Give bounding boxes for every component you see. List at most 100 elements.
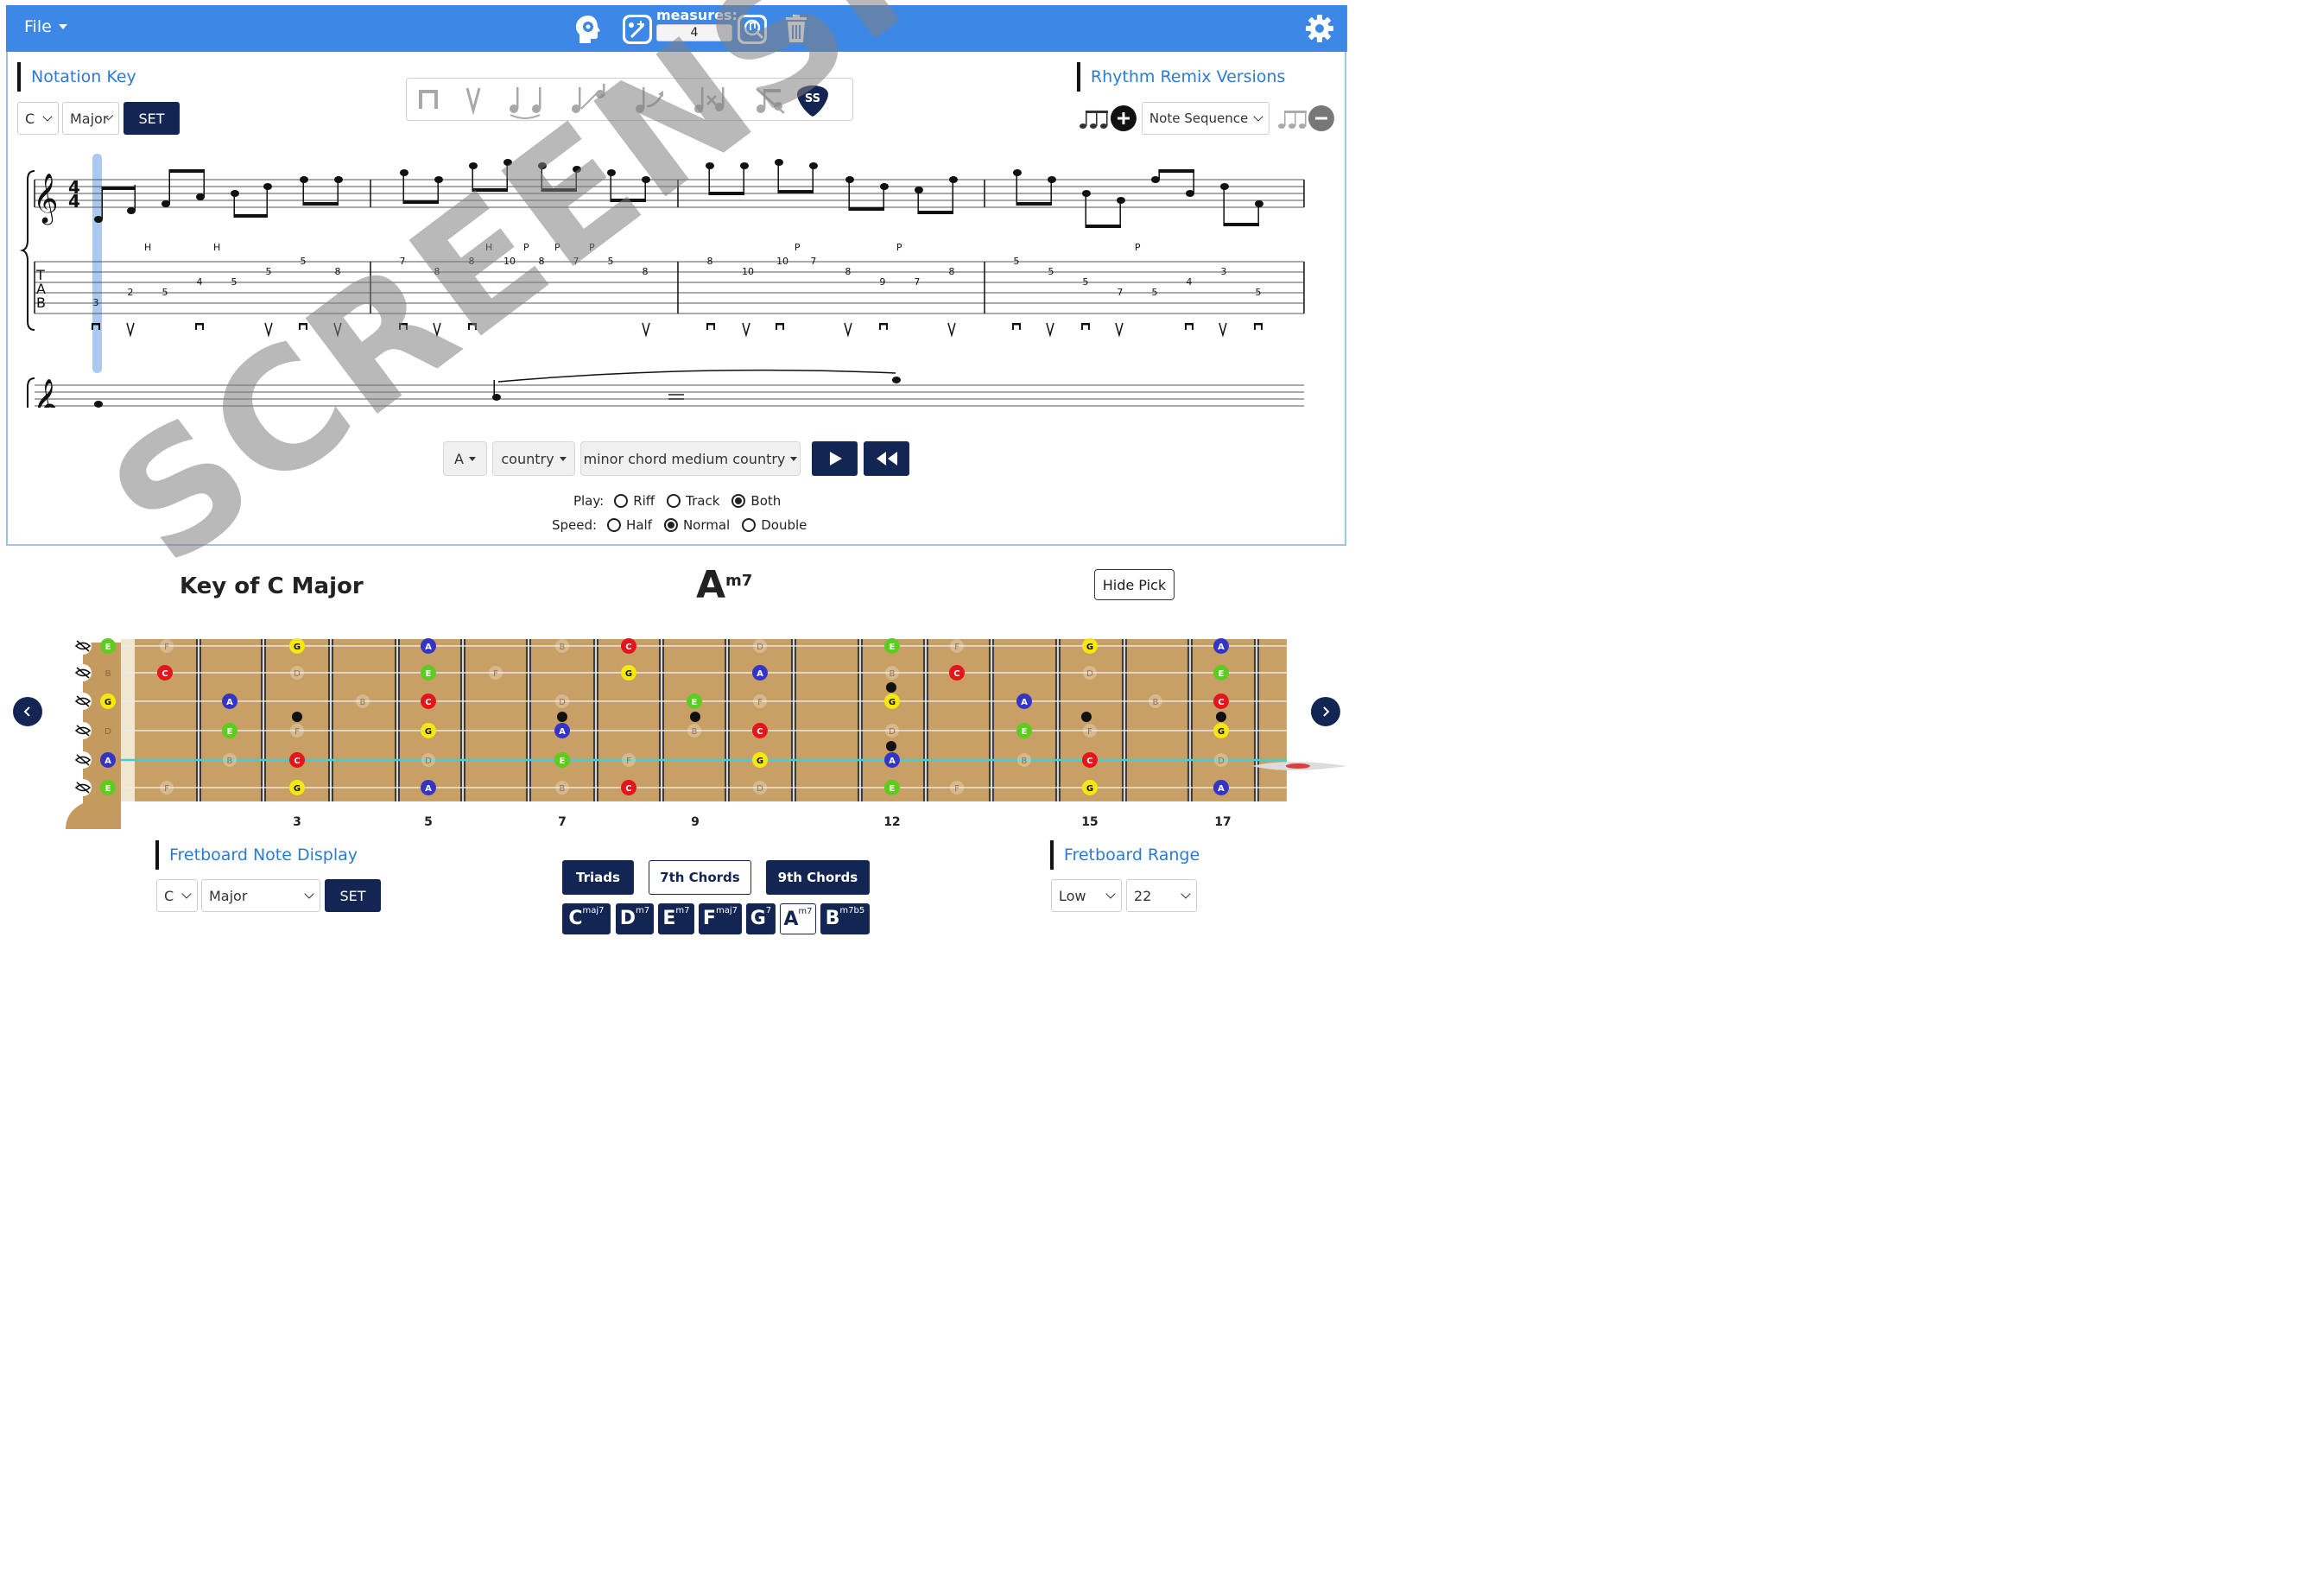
notation-mode-select[interactable]: Major bbox=[61, 101, 119, 135]
fretboard-scale-note[interactable]: D bbox=[1213, 752, 1228, 767]
speed-double-radio[interactable] bbox=[742, 517, 757, 532]
fretboard-mode-select[interactable]: Major bbox=[200, 878, 320, 912]
music-search-icon[interactable] bbox=[735, 12, 770, 47]
chord-button-em7[interactable]: Em7 bbox=[657, 902, 694, 934]
triads-button[interactable]: Triads bbox=[561, 859, 634, 895]
fretboard-note[interactable]: A bbox=[884, 751, 900, 768]
fretboard-note[interactable]: A bbox=[221, 693, 238, 709]
fretboard-scale-note[interactable]: B bbox=[884, 665, 899, 680]
fretboard-note[interactable]: C bbox=[156, 664, 173, 681]
fretboard-scale-note[interactable]: B bbox=[554, 780, 569, 795]
fretboard-note[interactable]: A bbox=[420, 637, 436, 654]
sheet-music[interactable]: 𝄞 4 4 T A B H H H P P P P P P 3 2 5 4 5 … bbox=[18, 153, 1311, 408]
fretboard-note[interactable]: G bbox=[751, 751, 768, 768]
range-low-select[interactable]: Low bbox=[1050, 878, 1122, 912]
hide-pick-button[interactable]: Hide Pick bbox=[1093, 568, 1175, 600]
fretboard-scale-note[interactable]: D bbox=[1082, 665, 1097, 680]
chord-button-am7[interactable]: Am7 bbox=[779, 902, 816, 934]
rest-icon[interactable] bbox=[756, 88, 785, 114]
notes-measure-4[interactable] bbox=[1012, 168, 1264, 228]
string-visibility-toggle-icon[interactable] bbox=[73, 750, 92, 769]
fretboard-note[interactable]: C bbox=[1213, 693, 1229, 709]
track-key-dropdown[interactable]: A bbox=[442, 440, 487, 476]
string-visibility-toggle-icon[interactable] bbox=[73, 692, 92, 710]
rewind-button[interactable] bbox=[863, 440, 909, 476]
backing-track-dropdown[interactable]: minor chord medium country bbox=[580, 440, 801, 476]
fretboard-note[interactable]: A bbox=[554, 722, 570, 738]
fretboard-scale-note[interactable]: F bbox=[949, 780, 964, 795]
fretboard-note[interactable]: C bbox=[751, 722, 768, 738]
fretboard-note[interactable]: G bbox=[1081, 779, 1098, 795]
wand-notes-icon[interactable] bbox=[620, 12, 655, 47]
chord-button-fmaj7[interactable]: Fmaj7 bbox=[698, 902, 742, 934]
fretboard-scale-note[interactable]: D bbox=[884, 723, 899, 738]
play-track-radio[interactable] bbox=[667, 493, 681, 508]
trash-icon[interactable] bbox=[782, 13, 810, 44]
fretboard-note[interactable]: A bbox=[420, 779, 436, 795]
fretboard-note[interactable]: A bbox=[1016, 693, 1032, 709]
notes-measure-2[interactable] bbox=[399, 158, 650, 204]
fretboard-scale-note[interactable]: B bbox=[222, 752, 237, 767]
fretboard-note[interactable]: A bbox=[751, 664, 768, 681]
chord-button-g7[interactable]: G7 bbox=[745, 902, 776, 934]
fretboard-scale-note[interactable]: B bbox=[1016, 752, 1031, 767]
fretboard-scale-note[interactable]: D bbox=[289, 665, 304, 680]
fretboard-scale-note[interactable]: D bbox=[752, 780, 767, 795]
fretboard-note[interactable]: G bbox=[420, 722, 436, 738]
fretboard-note[interactable]: C bbox=[420, 693, 436, 709]
fretboard-note[interactable]: E bbox=[884, 637, 900, 654]
chord-button-dm7[interactable]: Dm7 bbox=[615, 902, 654, 934]
tie-icon[interactable] bbox=[509, 86, 542, 119]
fretboard-note[interactable]: C bbox=[1081, 751, 1098, 768]
fretboard-note[interactable]: E bbox=[884, 779, 900, 795]
seventh-chords-button[interactable]: 7th Chords bbox=[648, 859, 751, 895]
notes-measure-1[interactable] bbox=[93, 168, 343, 223]
fretboard-note[interactable]: C bbox=[288, 751, 305, 768]
speed-normal-radio[interactable] bbox=[663, 517, 678, 532]
fretboard-scale-note[interactable]: F bbox=[621, 752, 636, 767]
fretboard-scale-note[interactable]: F bbox=[949, 638, 964, 653]
fretboard-scale-note[interactable]: F bbox=[752, 694, 767, 708]
fretboard[interactable]: G A C E G A C E G A C E A C E G A C E G A C E G C E G A C G A C E G A F B D F D… bbox=[0, 630, 1354, 838]
fretboard-note[interactable]: C bbox=[948, 664, 965, 681]
open-string-note[interactable]: E bbox=[99, 779, 116, 795]
downstroke-icon[interactable] bbox=[418, 89, 438, 109]
genre-dropdown[interactable]: country bbox=[491, 440, 575, 476]
slide-icon[interactable] bbox=[571, 83, 605, 113]
fretboard-note[interactable]: E bbox=[1016, 722, 1032, 738]
fretboard-note[interactable]: E bbox=[1213, 664, 1229, 681]
mute-icon[interactable] bbox=[694, 86, 725, 113]
string-visibility-toggle-icon[interactable] bbox=[73, 636, 92, 655]
fretboard-scale-note[interactable]: F bbox=[488, 665, 503, 680]
fretboard-scale-note[interactable]: B bbox=[1148, 694, 1162, 708]
speed-half-radio[interactable] bbox=[607, 517, 622, 532]
fretboard-key-select[interactable]: C bbox=[155, 878, 198, 912]
play-riff-radio[interactable] bbox=[614, 493, 629, 508]
fretboard-note[interactable]: G bbox=[620, 664, 636, 681]
chord-button-bm7b5[interactable]: Bm7b5 bbox=[820, 902, 870, 934]
fretboard-scale-note[interactable]: B bbox=[554, 638, 569, 653]
string-visibility-toggle-icon[interactable] bbox=[73, 663, 92, 681]
open-string-note[interactable]: G bbox=[99, 693, 116, 709]
fretboard-note[interactable]: G bbox=[1081, 637, 1098, 654]
open-string-note[interactable]: A bbox=[99, 751, 116, 768]
remove-remix-button[interactable] bbox=[1275, 104, 1337, 133]
fretboard-note[interactable]: A bbox=[1213, 779, 1229, 795]
fretboard-scale-note[interactable]: D bbox=[752, 638, 767, 653]
fretboard-scale-note[interactable]: B bbox=[355, 694, 370, 708]
fretboard-note[interactable]: E bbox=[686, 693, 702, 709]
fretboard-scale-note[interactable]: F bbox=[159, 780, 174, 795]
ss-pick-icon[interactable]: SS bbox=[796, 85, 828, 117]
fretboard-set-button[interactable]: SET bbox=[324, 878, 381, 912]
fretboard-scale-note[interactable]: B bbox=[687, 723, 701, 738]
remix-version-select[interactable]: Note Sequence bbox=[1141, 101, 1270, 135]
add-remix-button[interactable] bbox=[1078, 104, 1137, 133]
play-both-radio[interactable] bbox=[732, 493, 746, 508]
brain-gear-icon[interactable] bbox=[571, 12, 605, 47]
fretboard-note[interactable]: G bbox=[288, 637, 305, 654]
settings-gear-icon[interactable] bbox=[1304, 13, 1335, 44]
notation-key-select[interactable]: C bbox=[16, 101, 59, 135]
notation-set-button[interactable]: SET bbox=[123, 101, 180, 135]
range-high-select[interactable]: 22 bbox=[1125, 878, 1197, 912]
fretboard-note[interactable]: E bbox=[420, 664, 436, 681]
